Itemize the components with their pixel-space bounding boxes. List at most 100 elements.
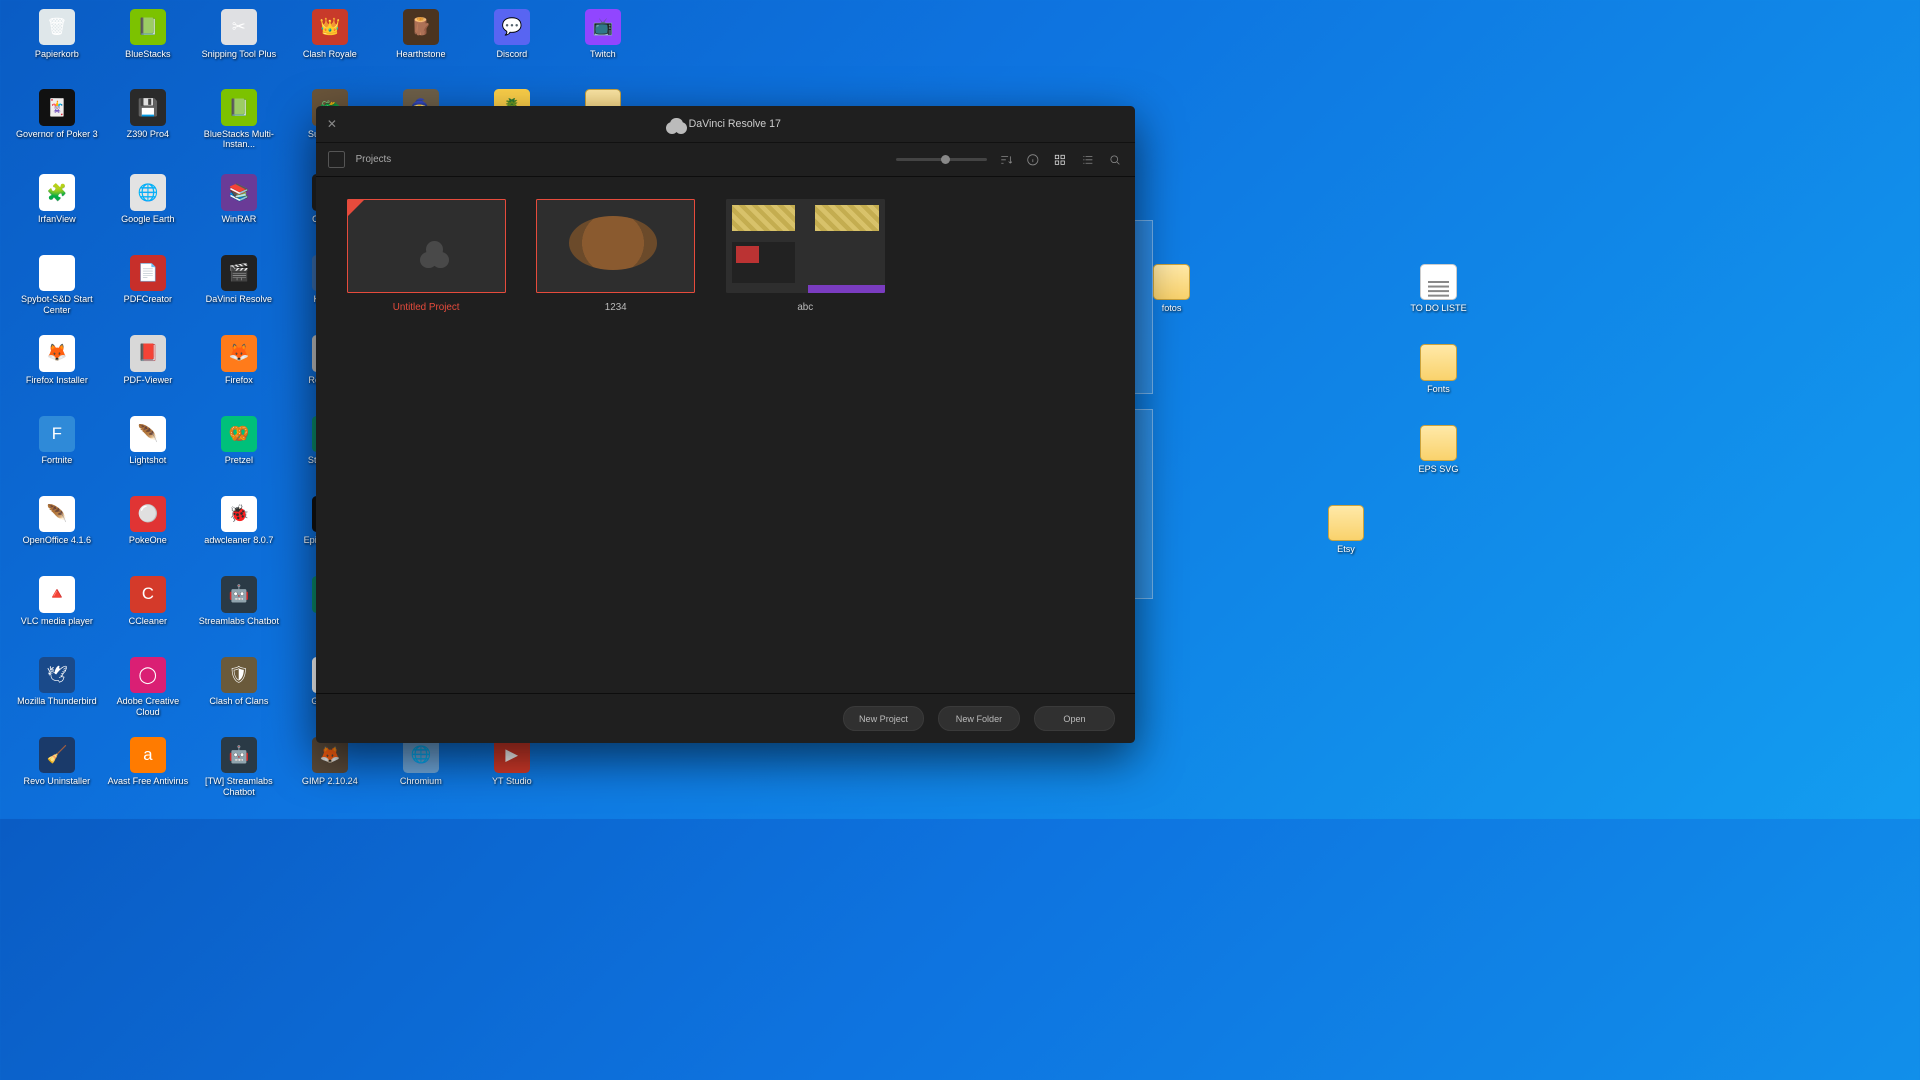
desktop-icon-label: Fonts (1427, 384, 1450, 394)
pokeone-icon: ⚪ (130, 496, 166, 532)
desktop-icon-spybot[interactable]: 🛡Spybot-S&D Start Center (15, 255, 98, 315)
desktop-icon-adwclean[interactable]: 🐞adwcleaner 8.0.7 (197, 496, 280, 546)
winrar-icon: 📚 (221, 174, 257, 210)
desktop-icon-ccleaner[interactable]: CCCleaner (106, 576, 189, 626)
desktop-icon-gearth[interactable]: 🌐 Google Earth (106, 174, 189, 224)
info-icon[interactable] (1025, 151, 1042, 168)
new-folder-button[interactable]: New Folder (938, 706, 1020, 730)
vlc-icon: 🔺 (39, 576, 75, 612)
bsmulti-icon: 📗 (221, 89, 257, 125)
desktop-icon-clashroyale[interactable]: 👑Clash Royale (288, 9, 371, 59)
desktop-icon-slchatbot[interactable]: 🤖 Streamlabs Chatbot (197, 576, 280, 626)
slchatbot-icon: 🤖 (221, 576, 257, 612)
revouninst-icon: 🧹 (39, 737, 75, 773)
desktop-icon-label: TO DO LISTE (1410, 303, 1466, 313)
desktop-icon-twitch[interactable]: 📺Twitch (561, 9, 644, 59)
desktop-icon-etsy[interactable]: Etsy (1304, 505, 1387, 555)
coc-icon: 🛡 (221, 657, 257, 693)
desktop-icon-label: Avast Free Antivirus (108, 776, 189, 786)
desktop-icon-label: Chromium (400, 776, 442, 786)
snipping-icon: ✂ (221, 9, 257, 45)
desktop-icon-label: Clash of Clans (209, 696, 268, 706)
desktop-icon-label: Google Earth (121, 214, 175, 224)
desktop-icon-revouninst[interactable]: 🧹 Revo Uninstaller (15, 737, 98, 787)
close-icon[interactable]: ✕ (327, 117, 339, 129)
desktop-icon-label: BlueStacks Multi-Instan... (198, 129, 280, 150)
desktop-icon-label: Hearthstone (396, 49, 445, 59)
desktop-icon-pdfcreator[interactable]: 📄PDFCreator (106, 255, 189, 305)
desktop-icon-label: Firefox Installer (26, 375, 88, 385)
desktop-icon-irfan[interactable]: 🧩IrfanView (15, 174, 98, 224)
window-footer: New Project New Folder Open (316, 693, 1135, 743)
desktop-icon-label: Twitch (590, 49, 616, 59)
firefox-icon: 🦊 (221, 335, 257, 371)
thumbnail-size-slider[interactable] (896, 158, 987, 161)
breadcrumb[interactable]: Projects (356, 154, 392, 165)
openoffice-icon: 🪶 (39, 496, 75, 532)
project-card[interactable]: 1234 (536, 199, 695, 313)
desktop-icon-label: Z390 Pro4 (127, 129, 169, 139)
desktop-icon-label: PokeOne (129, 535, 167, 545)
desktop-icon-firefox[interactable]: 🦊Firefox (197, 335, 280, 385)
desktop-icon-label: Revo Uninstaller (24, 776, 91, 786)
desktop-icon-winrar[interactable]: 📚WinRAR (197, 174, 280, 224)
desktop-icon-snipping[interactable]: ✂ Snipping Tool Plus (197, 9, 280, 59)
desktop-icon-pdfview[interactable]: 📕PDF-Viewer (106, 335, 189, 385)
desktop-icon-ytstudio[interactable]: ▶YT Studio (470, 737, 553, 787)
desktop-icon-twslchat[interactable]: 🤖[TW] Streamlabs Chatbot (197, 737, 280, 797)
desktop-icon-bsmulti[interactable]: 📗 BlueStacks Multi-Instan... (197, 89, 280, 149)
list-view-icon[interactable] (1079, 151, 1096, 168)
desktop-icon-lightshot[interactable]: 🪶Lightshot (106, 416, 189, 466)
desktop-icon-avast[interactable]: a Avast Free Antivirus (106, 737, 189, 787)
desktop-icon-bluestacks[interactable]: 📗BlueStacks (106, 9, 189, 59)
project-name: 1234 (536, 302, 695, 313)
irfan-icon: 🧩 (39, 174, 75, 210)
open-button[interactable]: Open (1034, 706, 1116, 730)
project-card[interactable]: Untitled Project (347, 199, 506, 313)
desktop-icon-label: GIMP 2.10.24 (302, 776, 358, 786)
desktop-icon-pretzel[interactable]: 🥨Pretzel (197, 416, 280, 466)
desktop-icon-davinci[interactable]: 🎬DaVinci Resolve (197, 255, 280, 305)
desktop-icon-fotos[interactable]: fotos (1130, 264, 1213, 314)
desktop-icon-todo[interactable]: TO DO LISTE (1397, 264, 1480, 314)
desktop-icon-discord[interactable]: 💬Discord (470, 9, 553, 59)
davinci-logo-icon (670, 118, 682, 130)
desktop-icon-label: Papierkorb (35, 49, 79, 59)
desktop-icon-label: Spybot-S&D Start Center (16, 294, 98, 315)
desktop-icon-pokeone[interactable]: ⚪ PokeOne (106, 496, 189, 546)
new-project-button[interactable]: New Project (843, 706, 925, 730)
window-titlebar: ✕ DaVinci Resolve 17 (316, 106, 1135, 142)
search-icon[interactable] (1106, 151, 1123, 168)
sort-icon[interactable] (997, 151, 1014, 168)
desktop-icon-z390[interactable]: 💾Z390 Pro4 (106, 89, 189, 139)
desktop-icon-coc[interactable]: 🛡 Clash of Clans (197, 657, 280, 707)
project-card[interactable]: abc (726, 199, 885, 313)
desktop-icon-ffinst[interactable]: 🦊Firefox Installer (15, 335, 98, 385)
avast-icon: a (130, 737, 166, 773)
desktop-icon-fortnite[interactable]: FFortnite (15, 416, 98, 466)
gop3-icon: 🃏 (39, 89, 75, 125)
desktop-icon-hearthstone[interactable]: 🪵Hearthstone (379, 9, 462, 59)
desktop-icon-label: fotos (1162, 303, 1182, 313)
desktop-icon-gimp[interactable]: 🦊GIMP 2.10.24 (288, 737, 371, 787)
desktop-icon-label: Snipping Tool Plus (202, 49, 277, 59)
desktop-icon-recycle-bin[interactable]: 🗑Papierkorb (15, 9, 98, 59)
gearth-icon: 🌐 (130, 174, 166, 210)
desktop-icon-thunder[interactable]: 🕊Mozilla Thunderbird (15, 657, 98, 707)
desktop-icon-openoffice[interactable]: 🪶OpenOffice 4.1.6 (15, 496, 98, 546)
window-title: DaVinci Resolve 17 (670, 118, 781, 130)
desktop-icon-aicc[interactable]: ◯Adobe Creative Cloud (106, 657, 189, 717)
desktop-icon-chromium[interactable]: 🌐Chromium (379, 737, 462, 787)
desktop-icon-eps[interactable]: EPS SVG (1397, 425, 1480, 475)
desktop-icon-label: Mozilla Thunderbird (17, 696, 97, 706)
folder-icon (1153, 264, 1189, 300)
grid-view-icon[interactable] (1052, 151, 1069, 168)
desktop-icon-label: Streamlabs Chatbot (199, 616, 279, 626)
clashroyale-icon: 👑 (312, 9, 348, 45)
sidebar-toggle-icon[interactable] (328, 151, 345, 168)
desktop-icon-label: Pretzel (225, 455, 253, 465)
desktop-icon-label: BlueStacks (125, 49, 170, 59)
desktop-icon-gop3[interactable]: 🃏Governor of Poker 3 (15, 89, 98, 139)
desktop-icon-vlc[interactable]: 🔺VLC media player (15, 576, 98, 626)
desktop-icon-fonts[interactable]: Fonts (1397, 344, 1480, 394)
